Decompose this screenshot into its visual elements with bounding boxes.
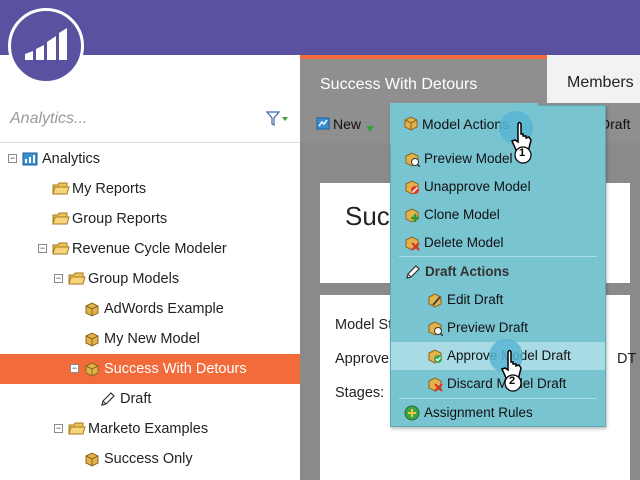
step-1-badge: 1 (519, 147, 526, 159)
menu-divider (399, 256, 597, 257)
model-cube-icon (84, 331, 100, 347)
stages-label: Stages: (335, 385, 385, 401)
folder-icon (52, 241, 70, 257)
collapse-toggle[interactable]: − (38, 244, 47, 253)
search-input[interactable]: Analytics... (10, 110, 87, 128)
collapse-toggle[interactable]: − (54, 424, 63, 433)
folder-icon (52, 181, 70, 197)
folder-icon (52, 211, 70, 227)
tree-item-analytics[interactable]: − Analytics (0, 144, 300, 174)
tree-item-label: Revenue Cycle Modeler (72, 241, 227, 257)
new-button[interactable]: New (314, 103, 376, 143)
draft-actions-header: Draft Actions (391, 258, 605, 286)
step-1-cursor: 1 (496, 110, 542, 171)
menu-item-assignment-rules[interactable]: Assignment Rules (391, 399, 605, 427)
top-header (0, 0, 640, 55)
model-cube-icon (84, 451, 100, 467)
tree-item-label: My New Model (104, 331, 200, 347)
step-2-cursor: 2 (486, 338, 532, 399)
marketo-logo[interactable] (8, 8, 84, 84)
tree-item-label: Group Reports (72, 211, 168, 227)
tree-item-marketo-examples[interactable]: − Marketo Examples (0, 414, 300, 444)
tree-item-label: Analytics (42, 151, 101, 167)
chevron-down-icon (366, 119, 374, 135)
model-action-icon (427, 376, 443, 395)
tree-item-label: Success With Detours (104, 361, 247, 377)
tab-label: Success With Detours (320, 76, 478, 93)
menu-item-label: Clone Model (424, 207, 500, 222)
tree-item-label: My Reports (72, 181, 147, 197)
new-icon (316, 116, 330, 133)
menu-item-edit-draft[interactable]: Edit Draft (391, 286, 605, 314)
model-action-icon (404, 235, 420, 254)
menu-item-label: Delete Model (424, 235, 504, 250)
pencil-icon (100, 391, 116, 407)
menu-item-unapprove-model[interactable]: Unapprove Model (391, 173, 605, 201)
tree-item-my-reports[interactable]: My Reports (0, 174, 300, 204)
model-status-label: Model St (335, 317, 393, 333)
model-cube-icon (84, 301, 100, 317)
assignment-rules-icon (404, 405, 420, 424)
tree-item-my-new-model[interactable]: My New Model (0, 324, 300, 354)
analytics-root-icon (22, 151, 38, 167)
collapse-toggle[interactable]: − (70, 364, 79, 373)
draft-actions-label: Draft Actions (425, 264, 510, 279)
new-label: New (333, 116, 362, 132)
menu-item-label: Unapprove Model (424, 179, 531, 194)
model-action-icon (404, 179, 420, 198)
tree-view: − Analytics My Reports Group Reports − Revenu… (0, 144, 300, 480)
menu-item-delete-model[interactable]: Delete Model (391, 229, 605, 257)
model-action-icon (427, 348, 443, 367)
tree-item-label: Group Models (88, 271, 180, 287)
pencil-icon (405, 264, 421, 283)
tree-item-success-only[interactable]: Success Only (0, 444, 300, 474)
folder-icon (68, 421, 86, 437)
tree-item-adwords-example[interactable]: AdWords Example (0, 294, 300, 324)
tab-label: Members (567, 74, 634, 91)
tree-item-group-models[interactable]: − Group Models (0, 264, 300, 294)
approved-label: Approve (335, 351, 390, 367)
model-action-icon (404, 207, 420, 226)
search-row: Analytics... (0, 95, 300, 143)
folder-icon (68, 271, 86, 287)
filter-icon[interactable] (265, 111, 290, 132)
model-action-icon (427, 292, 443, 311)
tab-success-with-detours[interactable]: Success With Detours (300, 55, 547, 103)
tree-item-group-reports[interactable]: Group Reports (0, 204, 300, 234)
tree-item-draft[interactable]: Draft (0, 384, 300, 414)
tree-item-label: Success Only (104, 451, 193, 467)
tree-item-label: AdWords Example (104, 301, 224, 317)
model-cube-icon (403, 115, 419, 136)
tree-item-revenue-cycle-modeler[interactable]: − Revenue Cycle Modeler (0, 234, 300, 264)
model-cube-icon (84, 361, 100, 377)
tree-item-label: Draft (120, 391, 152, 407)
tree-item-label: Marketo Examples (88, 421, 209, 437)
menu-item-label: Assignment Rules (424, 405, 533, 420)
tree-item-success-with-detours[interactable]: − Success With Detours (0, 354, 300, 384)
menu-item-clone-model[interactable]: Clone Model (391, 201, 605, 229)
timezone-text: DT (617, 351, 637, 367)
model-action-icon (404, 151, 421, 170)
menu-item-label: Edit Draft (447, 292, 504, 307)
collapse-toggle[interactable]: − (8, 154, 17, 163)
model-action-icon (427, 320, 444, 339)
menu-item-label: Preview Draft (447, 320, 529, 335)
tab-members[interactable]: Members (547, 55, 640, 103)
collapse-toggle[interactable]: − (54, 274, 63, 283)
step-2-badge: 2 (509, 375, 516, 387)
